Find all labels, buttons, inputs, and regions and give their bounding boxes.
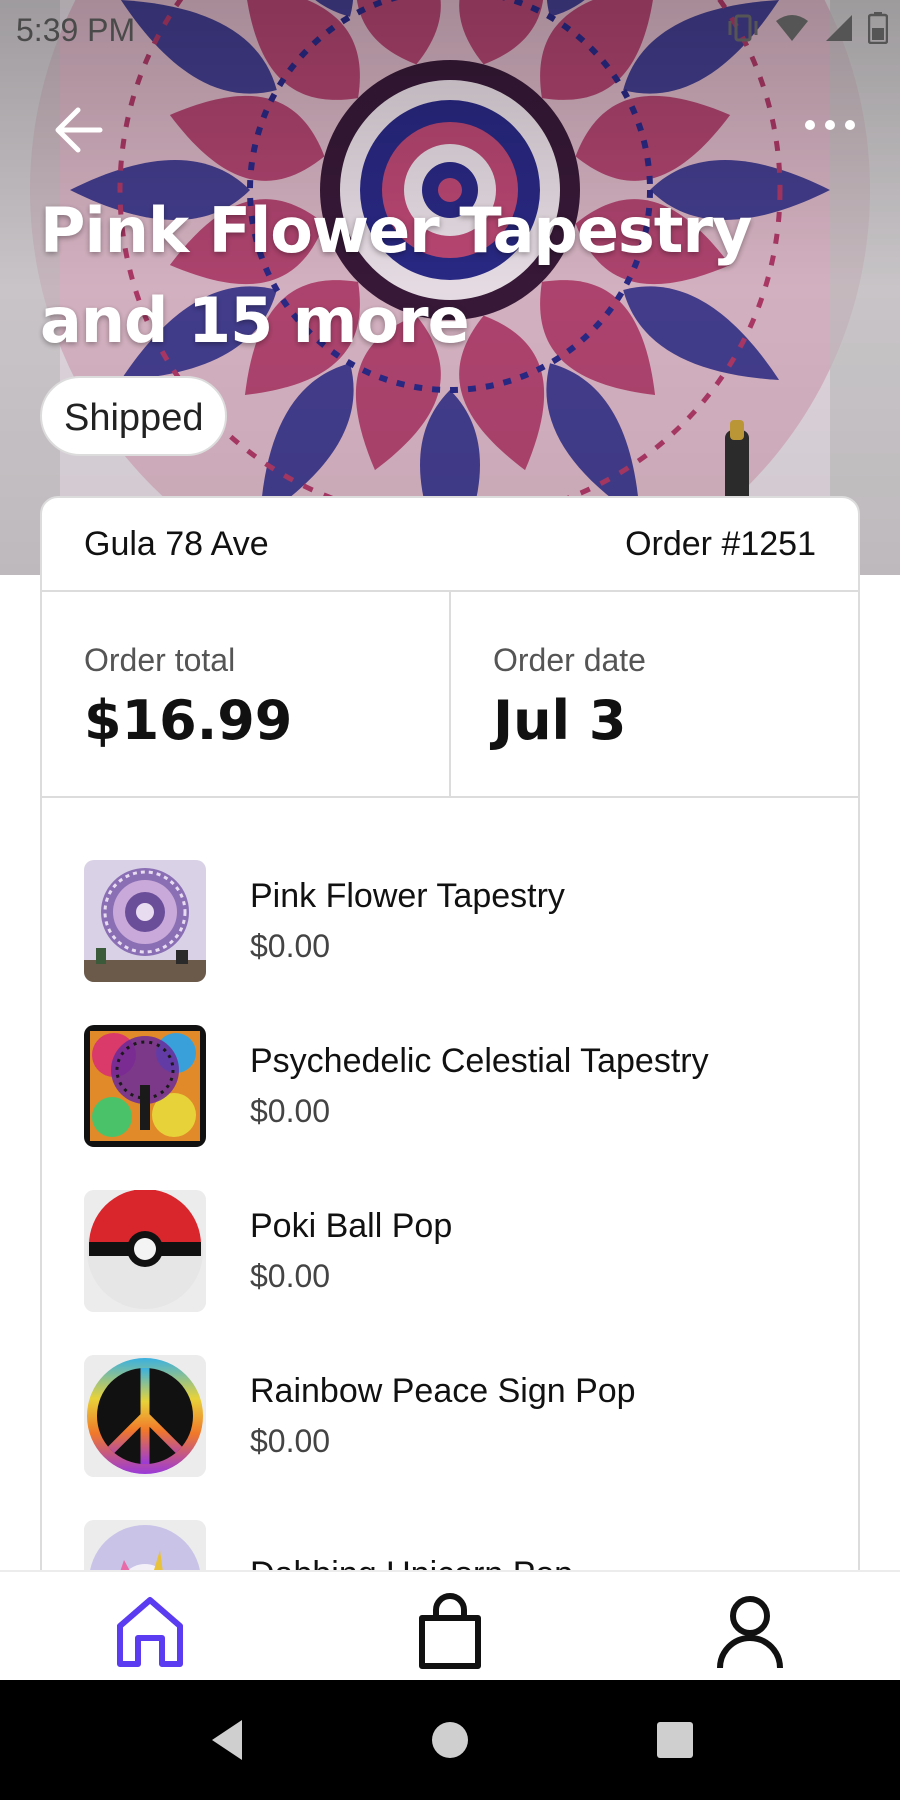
- system-navigation-bar: [0, 1680, 900, 1800]
- nav-orders-button[interactable]: [410, 1592, 490, 1672]
- triangle-back-icon: [212, 1720, 242, 1760]
- nav-home-button[interactable]: [110, 1592, 190, 1672]
- item-price: $0.00: [250, 1422, 331, 1459]
- order-title: Pink Flower Tapestry and 15 more: [40, 194, 752, 357]
- order-items-list: Pink Flower Tapestry $0.00 Psychedelic C…: [42, 798, 858, 1663]
- list-item[interactable]: Pink Flower Tapestry $0.00: [42, 838, 858, 1003]
- order-date-label: Order date: [493, 642, 646, 678]
- item-price: $0.00: [250, 1092, 331, 1129]
- signal-icon: [824, 13, 854, 48]
- home-icon: [117, 1597, 183, 1667]
- more-options-button[interactable]: [800, 110, 860, 140]
- nav-profile-button[interactable]: [710, 1592, 790, 1672]
- back-button[interactable]: [48, 98, 112, 162]
- order-total-label: Order total: [84, 642, 236, 678]
- item-name: Rainbow Peace Sign Pop: [250, 1371, 636, 1410]
- user-icon: [717, 1596, 783, 1669]
- battery-icon: [867, 12, 889, 49]
- arrow-left-icon: [55, 107, 103, 153]
- shipping-address: Gula 78 Ave: [84, 524, 269, 563]
- order-card-header: Gula 78 Ave Order #1251: [42, 498, 858, 592]
- square-recents-icon: [657, 1722, 693, 1758]
- item-name: Poki Ball Pop: [250, 1206, 453, 1245]
- order-number: Order #1251: [625, 524, 816, 563]
- status-bar: 5:39 PM: [0, 0, 900, 60]
- order-date-value: Jul 3: [493, 689, 627, 752]
- vibrate-icon: [726, 13, 760, 48]
- mandala-tapestry-thumbnail: [84, 859, 206, 982]
- status-time: 5:39 PM: [16, 12, 136, 48]
- order-stats: Order total $16.99 Order date Jul 3: [42, 592, 858, 798]
- status-badge: Shipped: [40, 376, 228, 456]
- order-date-block: Order date Jul 3: [449, 592, 858, 796]
- bottom-navigation: [0, 1570, 900, 1682]
- system-back-button[interactable]: [200, 1710, 260, 1770]
- item-price: $0.00: [250, 927, 331, 964]
- order-card: Gula 78 Ave Order #1251 Order total $16.…: [40, 496, 860, 1676]
- peace-sign-thumbnail: [84, 1354, 206, 1477]
- order-total-value: $16.99: [84, 689, 293, 752]
- poke-ball-thumbnail: [84, 1189, 206, 1312]
- more-horizontal-icon: [805, 120, 855, 130]
- tree-tapestry-thumbnail: [84, 1024, 206, 1147]
- list-item[interactable]: Poki Ball Pop $0.00: [42, 1168, 858, 1333]
- item-price: $0.00: [250, 1257, 331, 1294]
- list-item[interactable]: Psychedelic Celestial Tapestry $0.00: [42, 1003, 858, 1168]
- list-item[interactable]: Rainbow Peace Sign Pop $0.00: [42, 1333, 858, 1498]
- status-icons: [726, 12, 889, 49]
- item-name: Pink Flower Tapestry: [250, 876, 565, 915]
- order-total-block: Order total $16.99: [42, 592, 449, 796]
- shopping-bag-icon: [419, 1593, 481, 1669]
- wifi-icon: [774, 13, 810, 48]
- circle-home-icon: [432, 1722, 468, 1758]
- item-name: Psychedelic Celestial Tapestry: [250, 1041, 709, 1080]
- system-recents-button[interactable]: [645, 1710, 705, 1770]
- system-home-button[interactable]: [420, 1710, 480, 1770]
